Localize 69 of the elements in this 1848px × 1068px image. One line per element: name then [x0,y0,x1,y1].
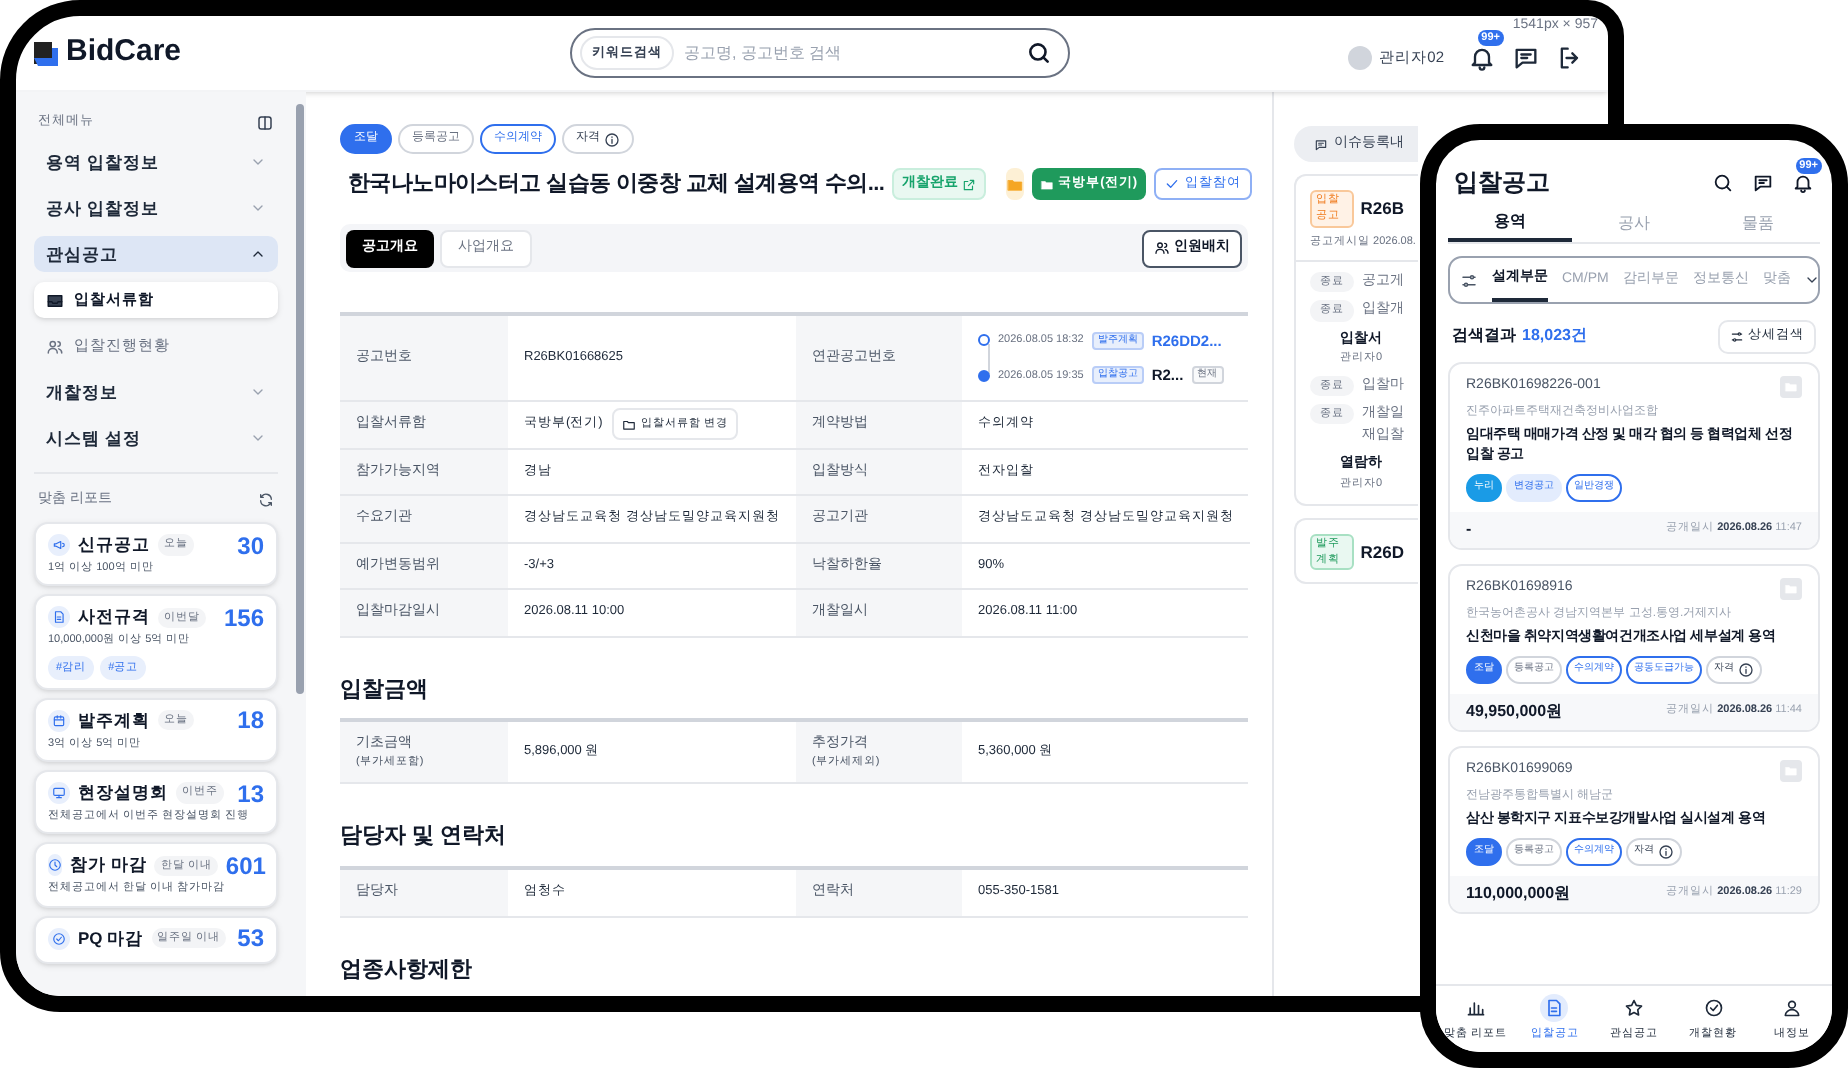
info-icon [1658,843,1674,859]
filter-icon [1730,329,1744,343]
chevron-icon [250,246,266,262]
notification-icon[interactable] [1468,43,1496,71]
search-icon[interactable] [1712,171,1734,193]
screen-title: 입찰공고 [1454,166,1550,200]
chevron-icon[interactable] [1804,272,1818,288]
price: 110,000,000원 [1466,881,1571,905]
filter-icon[interactable] [1460,271,1478,289]
scrollbar[interactable] [296,104,304,694]
report-title: PQ 마감 [78,925,144,951]
chevron-icon [250,430,266,446]
check-icon [1163,176,1179,192]
result-count: 18,023건 [1522,324,1587,348]
folder-icon [1784,380,1798,394]
chat-icon[interactable] [1752,171,1774,193]
inbox-icon [46,291,64,309]
info-icon [1738,661,1754,677]
clock-icon [48,854,62,877]
report-count: 601 [225,849,266,884]
section-title: 업종사항제한 [340,955,474,985]
refresh-icon[interactable] [258,492,274,508]
chevron-icon [250,154,266,170]
external-link-icon [962,177,977,191]
report-count: 156 [223,601,264,636]
calendar-icon [48,709,70,732]
check-circle-icon [48,927,70,949]
folder-icon [1784,763,1798,777]
price: 49,950,000원 [1466,699,1563,723]
menu-item[interactable]: 개찰정보 [34,374,278,410]
folder-icon [1784,581,1798,595]
menu-item[interactable]: 관심공고 [34,236,278,272]
report-count: 18 [237,704,264,739]
report-count: 30 [237,529,264,563]
notice-number: R26D [1360,539,1404,565]
menu-item[interactable]: 용역 입찰정보 [34,144,278,180]
notice-title: 한국나노마이스터고 실습동 이중창 교체 설계용역 수의... [348,169,885,200]
app-logo: BidCare [66,32,182,73]
menu-item[interactable]: 공사 입찰정보 [34,190,278,226]
menu-item[interactable]: 시스템 설정 [34,420,278,456]
report-count: 53 [237,922,264,956]
monitor-icon [48,782,70,804]
report-title: 신규공고 [78,532,150,558]
chevron-icon [250,200,266,216]
logout-icon[interactable] [1556,43,1584,71]
chat-icon[interactable] [1512,43,1540,71]
report-title: 현장설명회 [78,780,168,806]
result-label: 검색결과 [1452,324,1516,348]
search-icon[interactable] [1026,40,1052,66]
document-icon [48,606,70,629]
tab[interactable]: 용역 [1448,204,1572,242]
info-icon [604,131,620,147]
section-title: 입찰금액 [340,675,430,705]
megaphone-icon [48,534,70,556]
notification-icon[interactable] [1792,171,1814,193]
report-count: 13 [237,777,264,810]
people-icon [1154,240,1170,256]
folder-icon [622,417,637,432]
logo-icon [34,41,58,65]
sidebar-toggle-icon[interactable] [256,113,274,131]
report-title: 발주계획 [78,707,150,734]
price: - [1466,517,1472,541]
chevron-icon [250,384,266,400]
section-title: 담당자 및 연락처 [340,822,509,852]
report-title: 사전규격 [78,604,150,631]
people-icon [46,337,64,355]
report-title: 참가 마감 [70,852,147,879]
document-icon [1540,994,1569,1023]
notice-number: R26B [1360,195,1404,222]
